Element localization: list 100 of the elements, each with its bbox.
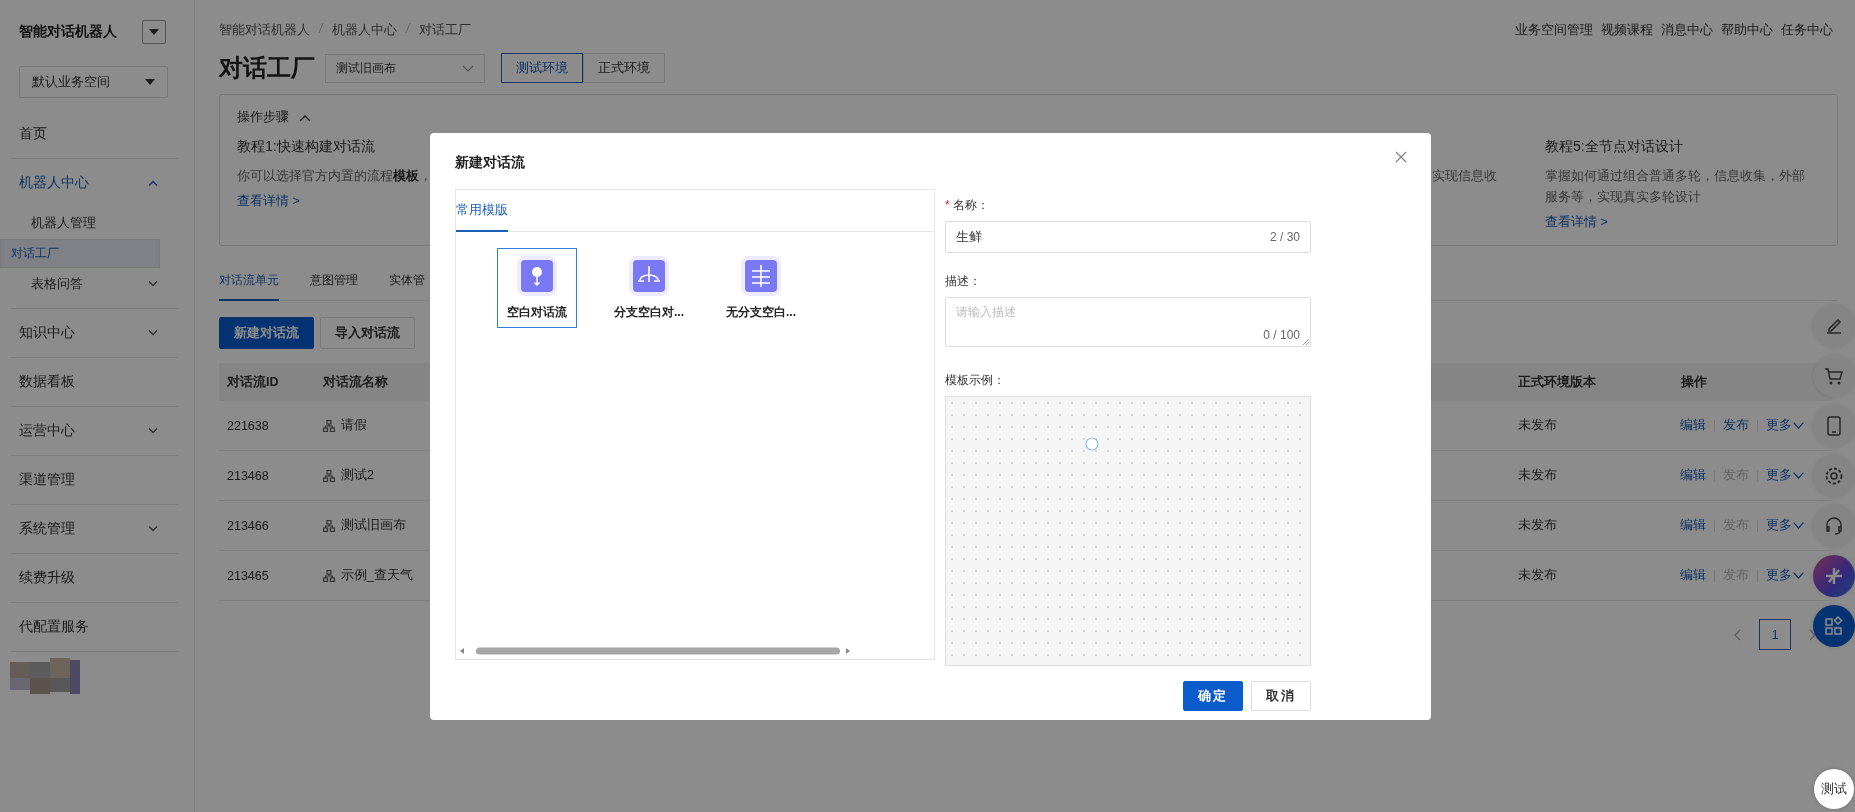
cancel-button[interactable]: 取消 bbox=[1251, 681, 1311, 711]
field-label: 模板示例： bbox=[945, 372, 1006, 389]
header-link[interactable]: 消息中心 bbox=[1661, 21, 1713, 39]
flow-icon bbox=[323, 469, 335, 482]
tutorial-title: 教程5:全节点对话设计 bbox=[1545, 138, 1684, 156]
pin-icon bbox=[517, 255, 557, 296]
table-cell-text: 213465 bbox=[226, 568, 270, 583]
column-header: 操作 bbox=[1680, 373, 1708, 391]
name-field[interactable]: 生鲜 2 / 30 bbox=[945, 221, 1311, 253]
workspace-select[interactable]: 默认业务空间 bbox=[19, 66, 168, 98]
app-button[interactable] bbox=[1813, 405, 1855, 447]
dropdown-button[interactable] bbox=[142, 20, 166, 44]
action-link[interactable]: 更多 bbox=[1766, 417, 1804, 434]
breadcrumb-link[interactable]: 机器人中心 bbox=[332, 21, 397, 39]
toolbar-button[interactable]: 新建对话流 bbox=[219, 317, 314, 349]
nav-item[interactable]: 系统管理 bbox=[11, 505, 178, 553]
page-button[interactable]: 1 bbox=[1759, 619, 1791, 650]
table-cell-text: 未发布 bbox=[1517, 517, 1558, 534]
action-link[interactable]: 编辑 bbox=[1680, 467, 1706, 484]
column-header: 正式环境版本 bbox=[1517, 373, 1597, 391]
details-link[interactable]: 查看详情 > bbox=[1545, 214, 1608, 231]
action-link[interactable]: 更多 bbox=[1766, 567, 1804, 584]
nav-item[interactable]: 数据看板 bbox=[11, 358, 178, 406]
resize-handle-icon[interactable] bbox=[1303, 339, 1309, 345]
environment-tab[interactable]: 测试环境 bbox=[501, 53, 583, 83]
headset-button[interactable] bbox=[1813, 505, 1855, 547]
branch-icon bbox=[629, 255, 669, 296]
canvas-select[interactable]: 测试旧画布 bbox=[325, 53, 485, 83]
header-link[interactable]: 帮助中心 bbox=[1721, 21, 1773, 39]
action-link[interactable]: 编辑 bbox=[1680, 517, 1706, 534]
table-cell: 测试2 bbox=[341, 467, 374, 484]
nav-item[interactable]: 首页 bbox=[11, 110, 178, 158]
separator-icon bbox=[318, 21, 324, 34]
action-link[interactable]: 更多 bbox=[1766, 517, 1804, 534]
nav-item[interactable]: 运营中心 bbox=[11, 407, 178, 455]
description-field[interactable]: 请输入描述 0 / 100 bbox=[945, 297, 1311, 347]
tutorial-description: 掌握如何通过组合普通多轮，信息收集，外部服务等，实现真实多轮设计 bbox=[1545, 168, 1806, 206]
confirm-button[interactable]: 确定 bbox=[1183, 681, 1243, 711]
edit-button[interactable] bbox=[1813, 305, 1855, 347]
flow-icon bbox=[323, 419, 335, 432]
nav-item[interactable]: 渠道管理 bbox=[11, 456, 178, 504]
template-card[interactable]: 空白对话流 bbox=[497, 248, 577, 328]
breadcrumb-link[interactable]: 智能对话机器人 bbox=[219, 21, 310, 39]
test-button[interactable]: 测试 bbox=[1814, 769, 1854, 809]
start-node bbox=[1085, 437, 1099, 451]
action-link[interactable]: 编辑 bbox=[1680, 417, 1706, 434]
flow-icon bbox=[323, 519, 335, 532]
tutorial-description: 实现信息收 bbox=[1431, 168, 1497, 185]
toolbar-button[interactable]: 导入对话流 bbox=[320, 317, 415, 349]
table-cell-text: 未发布 bbox=[1517, 567, 1558, 584]
table-cell: 测试旧画布 bbox=[341, 517, 406, 534]
apps-button[interactable] bbox=[1813, 605, 1855, 647]
caret-icon bbox=[145, 79, 155, 85]
table-cell: 示例_查天气 bbox=[341, 567, 413, 584]
flow-icon bbox=[323, 569, 335, 582]
tutorial-title: 教程1:快速构建对话流 bbox=[237, 138, 376, 156]
template-card[interactable]: 无分支空白... bbox=[721, 248, 801, 328]
table-cell: 请假 bbox=[341, 417, 367, 434]
column-header: 对话流ID bbox=[226, 373, 280, 391]
chevron-icon[interactable] bbox=[299, 113, 311, 122]
header-link[interactable]: 业务空间管理 bbox=[1515, 21, 1593, 39]
template-card[interactable]: 分支空白对... bbox=[609, 248, 689, 328]
chevron-icon bbox=[1793, 522, 1804, 529]
field-label: 描述： bbox=[945, 273, 982, 290]
tab[interactable]: 对话流单元 bbox=[219, 272, 279, 301]
cart-icon bbox=[1823, 365, 1845, 387]
template-tab[interactable]: 常用模版 bbox=[456, 202, 508, 232]
app-title: 智能对话机器人 bbox=[19, 23, 117, 41]
breadcrumb-link[interactable]: 对话工厂 bbox=[419, 21, 471, 39]
previous-page-icon[interactable] bbox=[1733, 628, 1741, 641]
header-link[interactable]: 视频课程 bbox=[1601, 21, 1653, 39]
nav-item[interactable]: 知识中心 bbox=[11, 309, 178, 357]
cart-button[interactable] bbox=[1813, 355, 1855, 397]
nav-subitem[interactable]: 表格问答 bbox=[0, 268, 194, 300]
tutorial-description: 你可以选择官方内置的流程模板， bbox=[237, 168, 433, 185]
nav-subitem[interactable]: 对话工厂 bbox=[0, 239, 160, 268]
nav-item[interactable]: 代配置服务 bbox=[11, 603, 178, 651]
header-link[interactable]: 任务中心 bbox=[1781, 21, 1833, 39]
column-header: 对话流名称 bbox=[322, 373, 389, 391]
tab[interactable]: 实体管 bbox=[389, 272, 425, 301]
caret-icon bbox=[149, 29, 159, 35]
gear-button[interactable] bbox=[1813, 455, 1855, 497]
chevron-icon bbox=[1793, 422, 1804, 429]
table-cell-text: 213468 bbox=[226, 468, 270, 483]
tab[interactable]: 意图管理 bbox=[310, 272, 358, 301]
close-icon[interactable] bbox=[1395, 151, 1407, 163]
action-link[interactable]: 发布 bbox=[1723, 417, 1749, 434]
action-link[interactable]: 编辑 bbox=[1680, 567, 1706, 584]
headset-icon bbox=[1823, 515, 1845, 537]
separator-icon bbox=[405, 21, 411, 34]
table-cell-text: 213466 bbox=[226, 518, 270, 533]
nav-item[interactable]: 续费升级 bbox=[11, 554, 178, 602]
nav-item[interactable]: 机器人中心 bbox=[11, 159, 178, 207]
settings-icon bbox=[1823, 465, 1845, 487]
environment-tab[interactable]: 正式环境 bbox=[583, 53, 665, 83]
assistant-button[interactable] bbox=[1813, 555, 1855, 597]
nav-subitem[interactable]: 机器人管理 bbox=[0, 207, 194, 239]
dialog-title: 新建对话流 bbox=[455, 154, 525, 172]
details-link[interactable]: 查看详情 > bbox=[237, 193, 300, 210]
action-link[interactable]: 更多 bbox=[1766, 467, 1804, 484]
